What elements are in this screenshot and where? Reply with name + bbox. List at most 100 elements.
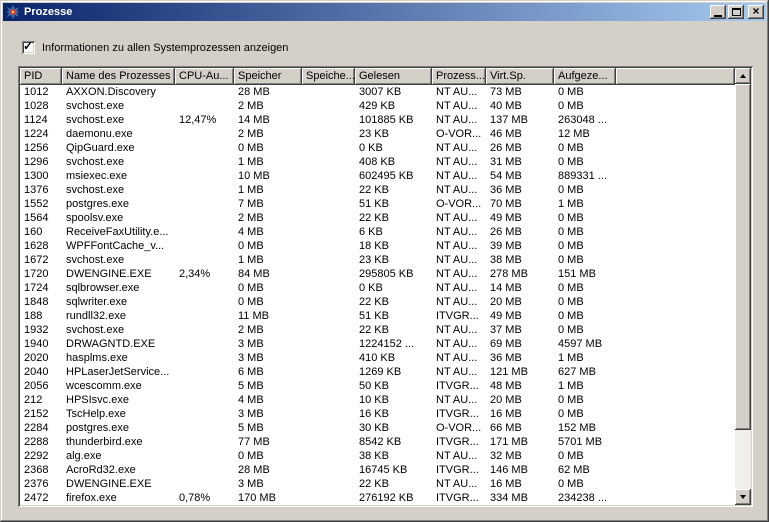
table-row[interactable]: 1564spoolsv.exe2 MB22 KBNT AU...49 MB0 M… [20, 211, 735, 225]
table-row[interactable]: 2020hasplms.exe3 MB410 KBNT AU...36 MB1 … [20, 351, 735, 365]
table-row[interactable]: 2368AcroRd32.exe28 MB16745 KBITVGR...146… [20, 463, 735, 477]
table-row[interactable]: 1012AXXON.Discovery28 MB3007 KBNT AU...7… [20, 85, 735, 99]
title-bar[interactable]: Prozesse × [3, 3, 766, 21]
show-system-processes-checkbox[interactable]: ✓ Informationen zu allen Systemprozessen… [22, 41, 288, 54]
table-cell [302, 449, 355, 463]
table-row[interactable]: 1124svchost.exe12,47%14 MB101885 KBNT AU… [20, 113, 735, 127]
process-list: PIDName des ProzessesCPU-Au...SpeicherSp… [18, 66, 753, 507]
column-header[interactable]: Virt.Sp. [486, 68, 554, 85]
table-row[interactable]: 2284postgres.exe5 MB30 KBO-VOR...66 MB15… [20, 421, 735, 435]
table-cell: 12,47% [175, 113, 234, 127]
minimize-button[interactable] [710, 5, 726, 19]
table-cell: 1 MB [554, 197, 616, 211]
table-row[interactable]: 2292alg.exe0 MB38 KBNT AU...32 MB0 MB [20, 449, 735, 463]
table-row[interactable]: 2040HPLaserJetService...6 MB1269 KBNT AU… [20, 365, 735, 379]
scroll-down-button[interactable] [735, 489, 751, 505]
table-row[interactable]: 2288thunderbird.exe77 MB8542 KBITVGR...1… [20, 435, 735, 449]
column-header[interactable]: Aufgeze... [554, 68, 616, 85]
table-cell: 137 MB [486, 113, 554, 127]
vertical-scrollbar[interactable] [735, 68, 751, 505]
table-cell: 1552 [20, 197, 62, 211]
table-row[interactable]: 1552postgres.exe7 MB51 KBO-VOR...70 MB1 … [20, 197, 735, 211]
column-header[interactable] [616, 68, 735, 85]
table-cell: 26 MB [486, 225, 554, 239]
table-cell: 121 MB [486, 365, 554, 379]
table-cell: 0 MB [554, 239, 616, 253]
maximize-button[interactable] [728, 5, 744, 19]
table-cell: 38 MB [486, 253, 554, 267]
table-cell: 0 MB [554, 225, 616, 239]
table-row[interactable]: 1628WPFFontCache_v...0 MB18 KBNT AU...39… [20, 239, 735, 253]
scrollbar-thumb[interactable] [735, 84, 751, 430]
table-row[interactable]: 2376DWENGINE.EXE3 MB22 KBNT AU...16 MB0 … [20, 477, 735, 491]
column-header[interactable]: Prozess... [432, 68, 486, 85]
table-row[interactable]: 160ReceiveFaxUtility.e...4 MB6 KBNT AU..… [20, 225, 735, 239]
table-cell: 3 MB [234, 477, 302, 491]
table-cell: 16 MB [486, 407, 554, 421]
table-cell: O-VOR... [432, 197, 486, 211]
table-cell: 2288 [20, 435, 62, 449]
table-cell: 23 KB [355, 127, 432, 141]
column-header[interactable]: CPU-Au... [175, 68, 234, 85]
checkbox-box[interactable]: ✓ [22, 41, 35, 54]
table-row[interactable]: 1300msiexec.exe10 MB602495 KBNT AU...54 … [20, 169, 735, 183]
table-cell [175, 351, 234, 365]
table-cell [302, 127, 355, 141]
table-cell: 16745 KB [355, 463, 432, 477]
column-header[interactable]: Speicher [234, 68, 302, 85]
table-cell: sqlwriter.exe [62, 295, 175, 309]
table-cell: NT AU... [432, 141, 486, 155]
table-cell [302, 351, 355, 365]
table-row[interactable]: 1672svchost.exe1 MB23 KBNT AU...38 MB0 M… [20, 253, 735, 267]
table-cell: 20 MB [486, 295, 554, 309]
table-cell [175, 141, 234, 155]
table-row[interactable]: 1724sqlbrowser.exe0 MB0 KBNT AU...14 MB0… [20, 281, 735, 295]
table-cell: 602495 KB [355, 169, 432, 183]
table-cell: 101885 KB [355, 113, 432, 127]
table-cell: sqlbrowser.exe [62, 281, 175, 295]
table-cell [302, 407, 355, 421]
column-header[interactable]: PID [20, 68, 62, 85]
table-cell: 889331 ... [554, 169, 616, 183]
table-cell: NT AU... [432, 99, 486, 113]
table-row[interactable]: 188rundll32.exe11 MB51 KBITVGR...49 MB0 … [20, 309, 735, 323]
table-cell [175, 449, 234, 463]
table-cell: NT AU... [432, 169, 486, 183]
table-row[interactable]: 1848sqlwriter.exe0 MB22 KBNT AU...20 MB0… [20, 295, 735, 309]
close-button[interactable]: × [748, 5, 764, 19]
table-cell [175, 155, 234, 169]
table-row[interactable]: 2056wcescomm.exe5 MB50 KBITVGR...48 MB1 … [20, 379, 735, 393]
table-cell: 1376 [20, 183, 62, 197]
table-row[interactable]: 1940DRWAGNTD.EXE3 MB1224152 ...NT AU...6… [20, 337, 735, 351]
table-row[interactable]: 1224daemonu.exe2 MB23 KBO-VOR...46 MB12 … [20, 127, 735, 141]
table-cell [302, 155, 355, 169]
table-row[interactable]: 1256QipGuard.exe0 MB0 KBNT AU...26 MB0 M… [20, 141, 735, 155]
table-row[interactable]: 2152TscHelp.exe3 MB16 KBITVGR...16 MB0 M… [20, 407, 735, 421]
table-cell [175, 309, 234, 323]
table-row[interactable]: 1720DWENGINE.EXE2,34%84 MB295805 KBNT AU… [20, 267, 735, 281]
table-row[interactable]: 1932svchost.exe2 MB22 KBNT AU...37 MB0 M… [20, 323, 735, 337]
table-row[interactable]: 1376svchost.exe1 MB22 KBNT AU...36 MB0 M… [20, 183, 735, 197]
table-cell: postgres.exe [62, 421, 175, 435]
table-cell [175, 239, 234, 253]
table-cell: 77 MB [234, 435, 302, 449]
table-cell [302, 197, 355, 211]
column-header[interactable]: Gelesen [355, 68, 432, 85]
table-cell [302, 267, 355, 281]
table-row[interactable]: 2472firefox.exe0,78%170 MB276192 KBITVGR… [20, 491, 735, 505]
table-cell: NT AU... [432, 211, 486, 225]
column-header[interactable]: Speiche... [302, 68, 355, 85]
table-cell: 0 KB [355, 141, 432, 155]
column-header[interactable]: Name des Prozesses [62, 68, 175, 85]
table-cell [302, 85, 355, 99]
table-cell: 295805 KB [355, 267, 432, 281]
table-cell [175, 393, 234, 407]
table-row[interactable]: 212HPSIsvc.exe4 MB10 KBNT AU...20 MB0 MB [20, 393, 735, 407]
table-cell [302, 113, 355, 127]
table-row[interactable]: 1296svchost.exe1 MB408 KBNT AU...31 MB0 … [20, 155, 735, 169]
scroll-up-button[interactable] [735, 68, 751, 84]
table-row[interactable]: 1028svchost.exe2 MB429 KBNT AU...40 MB0 … [20, 99, 735, 113]
table-cell: 3007 KB [355, 85, 432, 99]
table-cell: 1932 [20, 323, 62, 337]
table-cell: daemonu.exe [62, 127, 175, 141]
